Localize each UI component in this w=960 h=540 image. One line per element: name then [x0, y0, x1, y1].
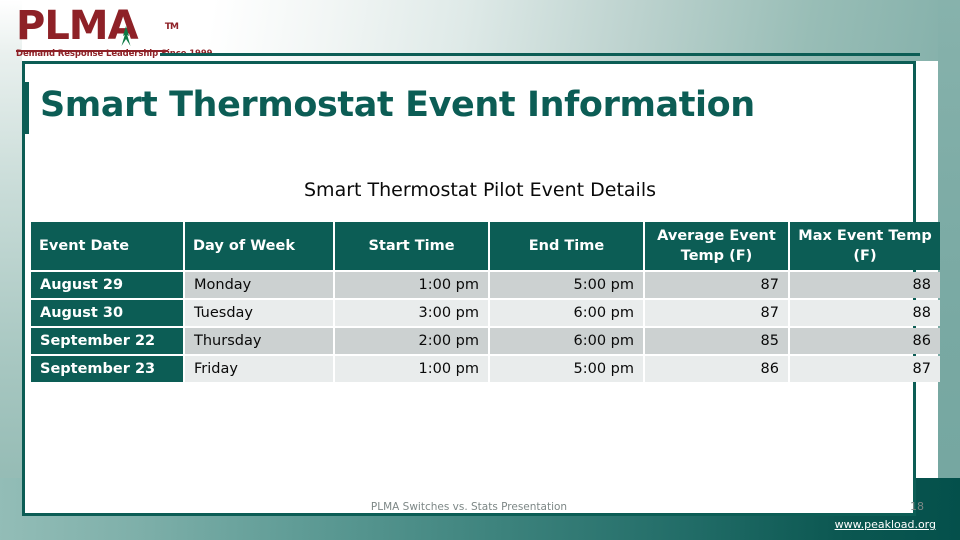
cell-max-temp: 86 — [790, 328, 940, 354]
cell-start-time: 1:00 pm — [335, 356, 488, 382]
plma-logo: PLMA TM Demand Response Leadership Since… — [16, 6, 213, 68]
cell-day-of-week: Monday — [185, 272, 333, 298]
cell-avg-temp: 86 — [645, 356, 788, 382]
cell-day-of-week: Thursday — [185, 328, 333, 354]
cell-end-time: 6:00 pm — [490, 300, 643, 326]
table-body: August 29 Monday 1:00 pm 5:00 pm 87 88 A… — [31, 272, 940, 382]
title-accent-bar — [25, 82, 29, 134]
cell-event-date: August 29 — [31, 272, 183, 298]
cell-max-temp: 88 — [790, 300, 940, 326]
cell-avg-temp: 87 — [645, 300, 788, 326]
column-header-event-date: Event Date — [31, 222, 183, 270]
left-gradient-band — [0, 0, 22, 540]
cell-event-date: September 22 — [31, 328, 183, 354]
table-row: August 30 Tuesday 3:00 pm 6:00 pm 87 88 — [31, 300, 940, 326]
column-header-day-of-week: Day of Week — [185, 222, 333, 270]
table-header: Event Date Day of Week Start Time End Ti… — [31, 222, 940, 270]
cell-day-of-week: Friday — [185, 356, 333, 382]
table-caption: Smart Thermostat Pilot Event Details — [304, 179, 656, 201]
table-row: August 29 Monday 1:00 pm 5:00 pm 87 88 — [31, 272, 940, 298]
cell-event-date: August 30 — [31, 300, 183, 326]
footer-presentation-name: PLMA Switches vs. Stats Presentation — [370, 501, 568, 513]
cell-avg-temp: 85 — [645, 328, 788, 354]
cell-max-temp: 88 — [790, 272, 940, 298]
logo-spike-icon — [119, 24, 133, 48]
cell-start-time: 2:00 pm — [335, 328, 488, 354]
logo-trademark-mark: TM — [164, 22, 179, 32]
cell-end-time: 5:00 pm — [490, 356, 643, 382]
cell-end-time: 6:00 pm — [490, 328, 643, 354]
logo-wordmark: PLMA TM — [16, 6, 179, 48]
column-header-end-time: End Time — [490, 222, 643, 270]
column-header-avg-temp: Average Event Temp (F) — [645, 222, 788, 270]
slide-canvas: PLMA TM Demand Response Leadership Since… — [0, 0, 960, 540]
column-header-max-temp: Max Event Temp (F) — [790, 222, 940, 270]
header-divider-rule — [160, 53, 920, 56]
column-header-start-time: Start Time — [335, 222, 488, 270]
cell-start-time: 3:00 pm — [335, 300, 488, 326]
event-table-wrapper: Event Date Day of Week Start Time End Ti… — [29, 220, 940, 384]
event-details-table: Event Date Day of Week Start Time End Ti… — [29, 220, 942, 384]
table-row: September 22 Thursday 2:00 pm 6:00 pm 85… — [31, 328, 940, 354]
table-row: September 23 Friday 1:00 pm 5:00 pm 86 8… — [31, 356, 940, 382]
page-title: Smart Thermostat Event Information — [40, 85, 755, 125]
footer-page-number: 18 — [910, 500, 924, 513]
cell-avg-temp: 87 — [645, 272, 788, 298]
table-header-row: Event Date Day of Week Start Time End Ti… — [31, 222, 940, 270]
logo-underline — [16, 50, 168, 52]
footer-website-link[interactable]: www.peakload.org — [835, 518, 936, 532]
cell-day-of-week: Tuesday — [185, 300, 333, 326]
cell-start-time: 1:00 pm — [335, 272, 488, 298]
cell-event-date: September 23 — [31, 356, 183, 382]
cell-max-temp: 87 — [790, 356, 940, 382]
cell-end-time: 5:00 pm — [490, 272, 643, 298]
